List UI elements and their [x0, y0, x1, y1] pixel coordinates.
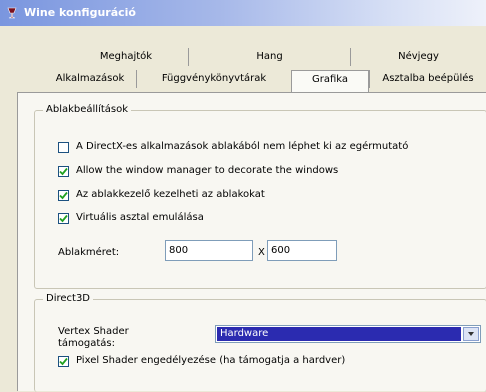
directx-mouse-capture-checkbox[interactable] — [58, 142, 69, 153]
tab-meghajtok[interactable]: Meghajtók — [64, 48, 188, 66]
directx-mouse-capture-label: A DirectX-es alkalmazások ablakából nem … — [76, 141, 409, 152]
window-settings-legend: Ablakbeállítások — [43, 104, 132, 115]
vertex-shader-label: Vertex Shader támogatás: — [58, 326, 129, 349]
tab-alkalmazasok[interactable]: Alkalmazások — [44, 70, 136, 88]
tab-hang[interactable]: Hang — [188, 48, 350, 66]
wm-decorate-label: Allow the window manager to decorate the… — [76, 165, 339, 176]
checkmark-icon — [59, 191, 68, 200]
wm-control-label: Az ablakkezelő kezelheti az ablakokat — [76, 189, 265, 200]
virtual-desktop-checkbox[interactable] — [58, 213, 69, 224]
tab-nevjegy[interactable]: Névjegy — [350, 48, 486, 66]
tab-fuggvenykonyvtarak[interactable]: Függvénykönyvtárak — [136, 70, 291, 88]
tab-asztalba-beepules[interactable]: Asztalba beépülés — [369, 70, 486, 88]
checkmark-icon — [59, 357, 68, 366]
direct3d-legend: Direct3D — [43, 293, 94, 304]
tab-grafika[interactable]: Grafika — [291, 70, 369, 92]
window-size-label: Ablakméret: — [58, 247, 120, 258]
window-width-input[interactable]: 800 — [165, 240, 253, 261]
title-bar: Wine konfiguráció — [0, 0, 486, 26]
window-height-input[interactable]: 600 — [267, 240, 337, 261]
vertex-shader-select[interactable]: Hardware — [215, 325, 481, 343]
wm-decorate-checkbox[interactable] — [58, 166, 69, 177]
checkmark-icon — [59, 167, 68, 176]
vertex-shader-selected-value: Hardware — [217, 327, 461, 341]
window-settings-group: Ablakbeállítások A DirectX-es alkalmazás… — [34, 104, 486, 289]
wine-app-icon — [6, 7, 18, 19]
pixel-shader-checkbox[interactable] — [58, 356, 69, 367]
window-title: Wine konfiguráció — [24, 6, 136, 19]
direct3d-group: Direct3D Vertex Shader támogatás: Hardwa… — [34, 293, 486, 392]
virtual-desktop-label: Virtuális asztal emulálása — [76, 212, 204, 223]
graphics-tab-panel: Ablakbeállítások A DirectX-es alkalmazás… — [17, 92, 486, 392]
pixel-shader-label: Pixel Shader engedélyezése (ha támogatja… — [76, 355, 346, 366]
checkmark-icon — [59, 214, 68, 223]
dropdown-arrow-icon[interactable] — [463, 327, 479, 341]
size-x-label: X — [258, 247, 265, 258]
wm-control-checkbox[interactable] — [58, 190, 69, 201]
